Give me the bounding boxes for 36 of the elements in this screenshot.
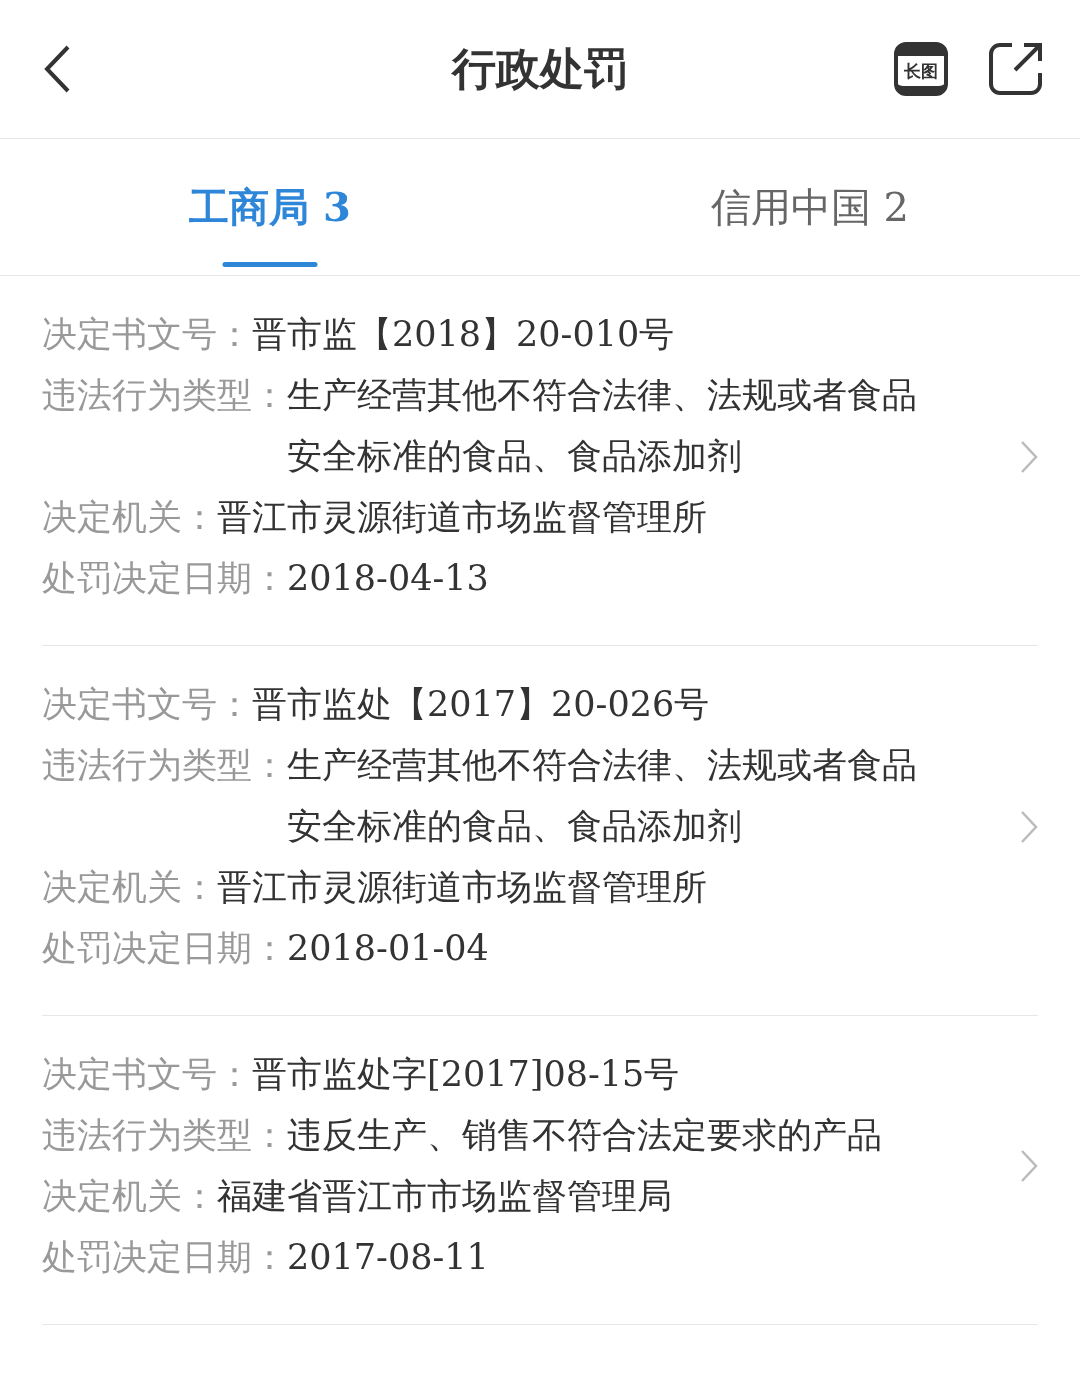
field-value: 2017-08-11 [287, 1236, 489, 1279]
field-label: 违法行为类型： [42, 744, 287, 787]
field-label: 处罚决定日期： [42, 1236, 287, 1279]
record-card[interactable]: 决定书文号：晋市监处字[2017]08-15号 违法行为类型：违反生产、销售不符合法定要求的产品 决定机关：福建省晋江市市场监督管理局 处罚决定日期：2017-08-11 [42, 1016, 1038, 1325]
field-value: 晋市监【2018】20-010号 [252, 313, 675, 356]
field-label: 处罚决定日期： [42, 927, 287, 970]
back-icon[interactable] [42, 44, 72, 94]
tab[interactable]: 信用中国 2 [540, 139, 1080, 275]
field-label: 处罚决定日期： [42, 557, 287, 600]
long-image-button[interactable]: 长图 [894, 42, 948, 96]
field-label: 违法行为类型： [42, 374, 287, 417]
chevron-icon [1020, 1149, 1038, 1183]
field-value: 生产经营其他不符合法律、法规或者食品安全标准的食品、食品添加剂 [287, 374, 918, 478]
field-value: 晋市监处字[2017]08-15号 [252, 1053, 680, 1096]
field-value: 2018-04-13 [287, 557, 489, 600]
field-label: 决定机关： [42, 866, 217, 909]
tab[interactable]: 工商局 3 [0, 139, 540, 275]
field-value: 违反生产、销售不符合法定要求的产品 [287, 1114, 882, 1157]
field-label: 决定书文号： [42, 1053, 252, 1096]
record-card[interactable]: 决定书文号：晋市监处【2017】20-026号 违法行为类型：生产经营其他不符合法律、法规或者食品安全标准的食品、食品添加剂 决定机关：晋江市灵源街道市场监督管理所 处罚决定日期：2018-01-04 [42, 646, 1038, 1016]
field-label: 决定机关： [42, 1175, 217, 1218]
chevron-icon [1020, 809, 1038, 844]
field-value: 晋市监处【2017】20-026号 [252, 683, 710, 726]
field-label: 决定书文号： [42, 683, 252, 726]
field-label: 决定书文号： [42, 313, 252, 356]
field-value: 福建省晋江市市场监督管理局 [217, 1175, 672, 1218]
field-label: 决定机关： [42, 496, 217, 539]
field-value: 晋江市灵源街道市场监督管理所 [217, 496, 707, 539]
chevron-icon [1020, 439, 1038, 474]
page-title: 行政处罚 [452, 41, 628, 96]
field-value: 2018-01-04 [287, 927, 489, 970]
field-value: 晋江市灵源街道市场监督管理所 [217, 866, 707, 909]
field-value: 生产经营其他不符合法律、法规或者食品安全标准的食品、食品添加剂 [287, 744, 918, 848]
record-card[interactable]: 决定书文号：晋市监【2018】20-010号 违法行为类型：生产经营其他不符合法律、法规或者食品安全标准的食品、食品添加剂 决定机关：晋江市灵源街道市场监督管理所 处罚决定日期：2018-04-13 [42, 276, 1038, 646]
share-icon[interactable] [988, 41, 1044, 97]
field-label: 违法行为类型： [42, 1114, 287, 1157]
